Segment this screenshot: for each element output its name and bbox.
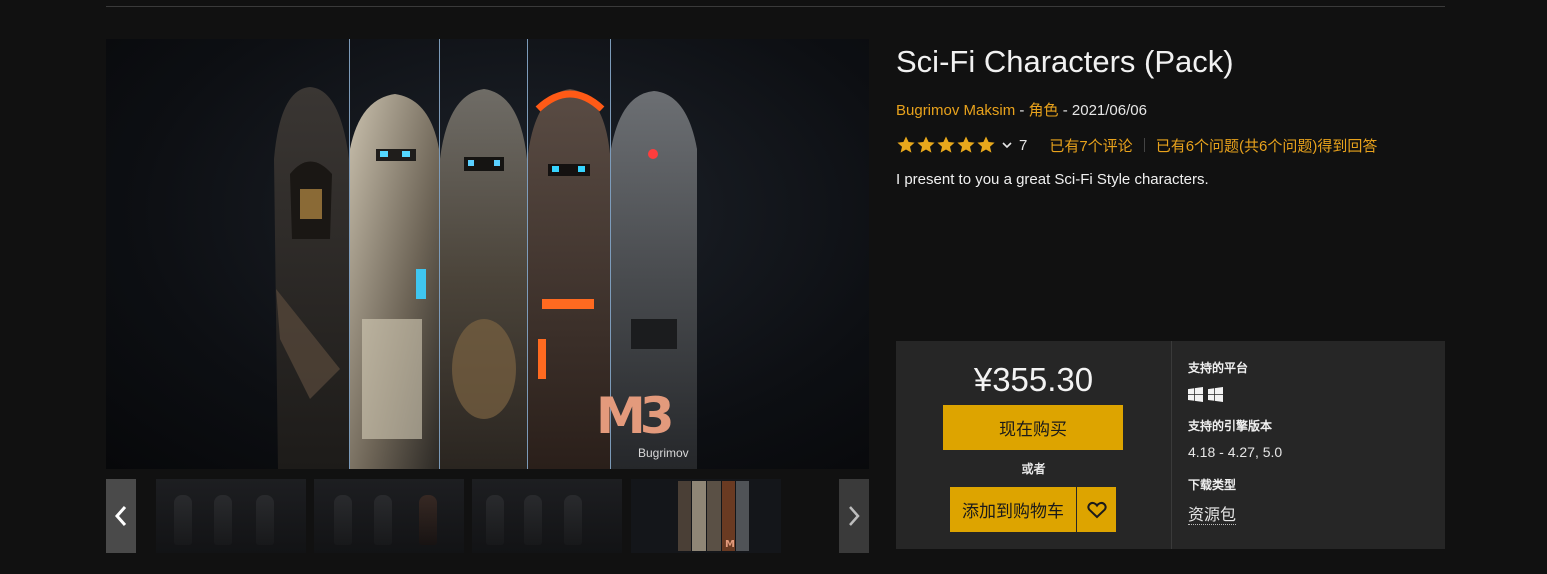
rating-row: 7 已有7个评论 已有6个问题(共6个问题)得到回答: [896, 133, 1377, 157]
character-panel-2: [350, 39, 439, 469]
gallery-thumbnail[interactable]: [472, 479, 622, 553]
heart-icon: [1086, 501, 1107, 518]
meta-separator: -: [1058, 102, 1072, 119]
brand-logo-caption: Bugrimov: [638, 446, 689, 460]
download-type[interactable]: 资源包: [1188, 501, 1237, 525]
product-description: I present to you a great Sci-Fi Style ch…: [896, 171, 1209, 188]
download-type-link[interactable]: 资源包: [1188, 505, 1237, 525]
platforms-label: 支持的平台: [1188, 361, 1249, 375]
engine-versions-label: 支持的引擎版本: [1188, 419, 1273, 433]
chevron-left-icon: [114, 506, 127, 526]
character-panel-3: [440, 39, 527, 469]
star-icon: [937, 136, 955, 153]
star-icon: [897, 136, 915, 153]
gallery-prev-button[interactable]: [106, 479, 136, 553]
download-type-label: 下载类型: [1188, 478, 1237, 492]
link-separator: [1143, 138, 1145, 152]
star-icon: [957, 136, 975, 153]
chevron-right-icon: [849, 506, 860, 526]
engine-versions: 4.18 - 4.27, 5.0: [1188, 444, 1283, 460]
chevron-down-icon[interactable]: [1001, 139, 1013, 151]
price: ¥355.30: [973, 361, 1094, 398]
rating-count: 7: [1019, 136, 1028, 154]
top-divider: [106, 6, 1445, 7]
svg-text:M: M: [725, 539, 735, 550]
category-link[interactable]: 角色: [1029, 102, 1059, 119]
wishlist-button[interactable]: [1077, 487, 1116, 532]
gallery-thumbnail-active[interactable]: M: [631, 479, 781, 553]
gallery-next-button[interactable]: [839, 479, 869, 553]
star-icon: [977, 136, 995, 153]
author-link[interactable]: Bugrimov Maksim: [896, 102, 1015, 119]
or-label: 或者: [1021, 462, 1046, 476]
questions-link[interactable]: 已有6个问题(共6个问题)得到回答: [1156, 135, 1378, 156]
release-date: 2021/06/06: [1071, 102, 1147, 119]
product-meta: Bugrimov Maksim - 角色 - 2021/06/06: [896, 99, 1147, 120]
character-panel-1: [270, 39, 349, 469]
purchase-panel: ¥355.30 现在购买 或者 添加到购物车 支持的平台 支持的引擎版本 4.1…: [896, 341, 1445, 549]
panel-divider: [1171, 341, 1172, 549]
star-icon: [917, 136, 935, 153]
reviews-link[interactable]: 已有7个评论: [1049, 135, 1132, 156]
star-rating[interactable]: [896, 135, 996, 155]
buy-now-button[interactable]: 现在购买: [943, 405, 1123, 450]
gallery-thumbnail[interactable]: [156, 479, 306, 553]
meta-separator: -: [1015, 102, 1029, 119]
windows-icon: [1188, 387, 1203, 402]
product-hero-image[interactable]: M3 Bugrimov: [106, 39, 869, 469]
platform-icons: [1188, 387, 1223, 402]
add-to-cart-button[interactable]: 添加到购物车: [950, 487, 1076, 532]
windows-icon: [1208, 387, 1223, 402]
brand-logo: M3: [596, 387, 675, 445]
product-title: Sci-Fi Characters (Pack): [896, 44, 1234, 79]
gallery-thumbnail[interactable]: [314, 479, 464, 553]
